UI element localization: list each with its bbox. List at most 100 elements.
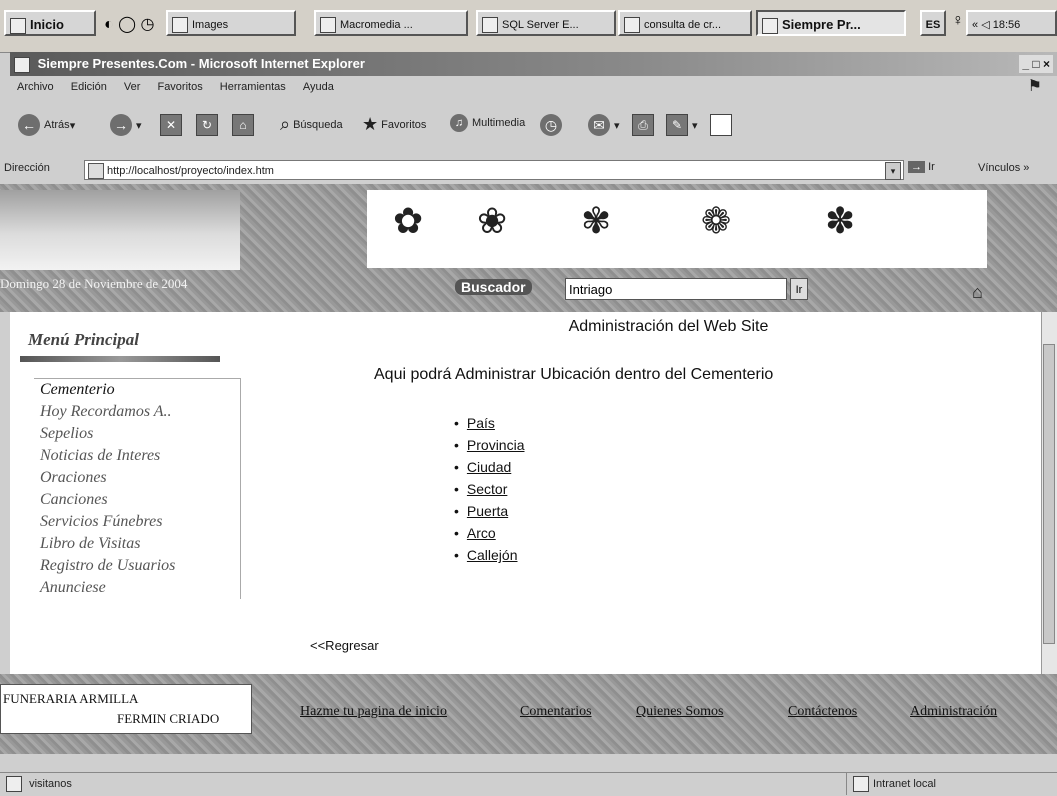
footer-link-comentarios[interactable]: Comentarios (520, 704, 592, 720)
stop-button[interactable]: ✕ (160, 114, 186, 136)
footer-link-contactenos[interactable]: Contáctenos (788, 704, 857, 720)
scrollbar-thumb[interactable] (1043, 344, 1055, 644)
search-input[interactable]: Intriago (565, 278, 787, 300)
search-label: Buscador (455, 279, 532, 295)
sql-server-icon (482, 17, 498, 34)
back-link[interactable]: <<Regresar (310, 638, 379, 653)
links-label[interactable]: Vínculos » (978, 162, 1029, 174)
document-icon (624, 17, 640, 34)
sidebar-item-noticias[interactable]: Noticias de Interes (34, 445, 240, 467)
link-ciudad[interactable]: Ciudad (467, 459, 511, 475)
search-go-button[interactable]: Ir (790, 278, 808, 300)
flower-icon: ✾ (581, 200, 612, 241)
page-icon (6, 776, 22, 793)
search-button[interactable]: ⌕ Búsqueda (280, 114, 343, 135)
address-input[interactable]: http://localhost/proyecto/index.htm ▾ (84, 160, 904, 180)
page-subtitle: Aqui podrá Administrar Ubicación dentro … (374, 366, 774, 383)
forward-button[interactable]: → ▾ (110, 114, 142, 136)
list-item: País (454, 412, 525, 434)
print-button[interactable]: ⎙ (632, 114, 658, 136)
back-arrow-icon: ← (18, 114, 40, 136)
flower-icon: ❁ (701, 200, 732, 241)
address-bar: Dirección http://localhost/proyecto/inde… (0, 156, 1057, 184)
menu-ayuda[interactable]: Ayuda (303, 81, 334, 93)
menu-divider (20, 356, 220, 362)
start-button[interactable]: Inicio (4, 10, 96, 36)
menu-favoritos[interactable]: Favoritos (157, 81, 202, 93)
intranet-icon (853, 776, 869, 793)
flowers-banner: ✿ ❀ ✾ ❁ ✽ (367, 190, 987, 268)
folder-icon (172, 17, 188, 34)
stop-icon: ✕ (160, 114, 182, 136)
ie-icon (14, 56, 30, 73)
print-icon: ⎙ (632, 114, 654, 136)
window-titlebar: Siempre Presentes.Com - Microsoft Intern… (10, 52, 1057, 76)
tray-expand-icon[interactable]: « (972, 19, 978, 31)
go-button[interactable]: → Ir (908, 161, 935, 173)
sidebar-item-anunciese[interactable]: Anunciese (34, 577, 240, 599)
history-button[interactable]: ◷ (540, 114, 566, 136)
messenger-button[interactable] (710, 114, 736, 136)
footer-link-quienes-somos[interactable]: Quienes Somos (636, 704, 724, 720)
window-title: Siempre Presentes.Com - Microsoft Intern… (37, 56, 365, 71)
logo-line2: FERMIN CRIADO (117, 711, 220, 726)
list-item: Sector (454, 478, 525, 500)
list-item: Ciudad (454, 456, 525, 478)
link-provincia[interactable]: Provincia (467, 437, 525, 453)
taskbar-button-macromedia[interactable]: Macromedia ... (314, 10, 468, 36)
link-sector[interactable]: Sector (467, 481, 507, 497)
ie-icon (762, 17, 778, 34)
chevron-down-icon[interactable]: ▾ (885, 162, 901, 180)
history-icon: ◷ (540, 114, 562, 136)
sidebar-item-servicios[interactable]: Servicios Fúnebres (34, 511, 240, 533)
sidebar-item-registro[interactable]: Registro de Usuarios (34, 555, 240, 577)
sidebar-item-canciones[interactable]: Canciones (34, 489, 240, 511)
home-button[interactable]: ⌂ (232, 114, 258, 136)
multimedia-icon: ♫ (450, 114, 468, 132)
speaker-icon[interactable]: ◁ (981, 19, 989, 31)
home-icon[interactable]: ⌂ (972, 282, 994, 304)
sidebar-item-oraciones[interactable]: Oraciones (34, 467, 240, 489)
list-item: Puerta (454, 500, 525, 522)
back-button[interactable]: ← Atrás ▾ (18, 114, 75, 136)
multimedia-button[interactable]: ♫ Multimedia (450, 114, 525, 132)
taskbar-button-consulta[interactable]: consulta de cr... (618, 10, 752, 36)
sidebar-item-sepelios[interactable]: Sepelios (34, 423, 240, 445)
logo-line1: FUNERARIA ARMILLA (3, 691, 139, 706)
language-indicator[interactable]: ES (920, 10, 946, 36)
page-title: Administración del Web Site (568, 318, 769, 335)
taskbar: Inicio ◐ ◯ ◷ Images Macromedia ... SQL S… (0, 0, 1057, 53)
edit-button[interactable]: ✎ ▾ (666, 114, 698, 136)
security-zone: Intranet local (846, 773, 1053, 795)
menu-edicion[interactable]: Edición (71, 81, 107, 93)
location-links: País Provincia Ciudad Sector Puerta Arco… (454, 412, 525, 566)
favorites-button[interactable]: ★ Favoritos (362, 114, 426, 135)
menu-herramientas[interactable]: Herramientas (220, 81, 286, 93)
link-arco[interactable]: Arco (467, 525, 496, 541)
quicklaunch-icons[interactable]: ◐ ◯ ◷ (104, 14, 154, 34)
funeraria-logo: FUNERARIA ARMILLA FERMIN CRIADO (0, 684, 252, 734)
forward-arrow-icon: → (110, 114, 132, 136)
link-puerta[interactable]: Puerta (467, 503, 508, 519)
toolbar: ← Atrás ▾ → ▾ ✕ ↻ ⌂ ⌕ Búsqueda ★ Favoritos ♫… (10, 98, 1057, 156)
menu-archivo[interactable]: Archivo (17, 81, 54, 93)
sidebar-item-cementerio[interactable]: Cementerio (34, 379, 240, 401)
taskbar-button-siempre[interactable]: Siempre Pr... (756, 10, 906, 36)
sidebar-item-hoy-recordamos[interactable]: Hoy Recordamos A.. (34, 401, 240, 423)
menu-ver[interactable]: Ver (124, 81, 141, 93)
sidebar-item-libro-visitas[interactable]: Libro de Visitas (34, 533, 240, 555)
mail-button[interactable]: ✉ ▾ (588, 114, 620, 136)
link-callejon[interactable]: Callejón (467, 547, 518, 563)
footer-link-homepage[interactable]: Hazme tu pagina de inicio (300, 704, 447, 720)
header-cloud-image (0, 190, 240, 270)
macromedia-icon (320, 17, 336, 34)
taskbar-button-images[interactable]: Images (166, 10, 296, 36)
link-pais[interactable]: País (467, 415, 495, 431)
window-controls[interactable]: _ □ × (1019, 55, 1053, 73)
windows-flag-icon: ⚑ (1027, 78, 1042, 95)
footer-link-administracion[interactable]: Administración (910, 704, 997, 720)
list-item: Callejón (454, 544, 525, 566)
taskbar-button-sqlserver[interactable]: SQL Server E... (476, 10, 616, 36)
refresh-button[interactable]: ↻ (196, 114, 222, 136)
tray-icon[interactable]: ♀ (952, 12, 964, 30)
